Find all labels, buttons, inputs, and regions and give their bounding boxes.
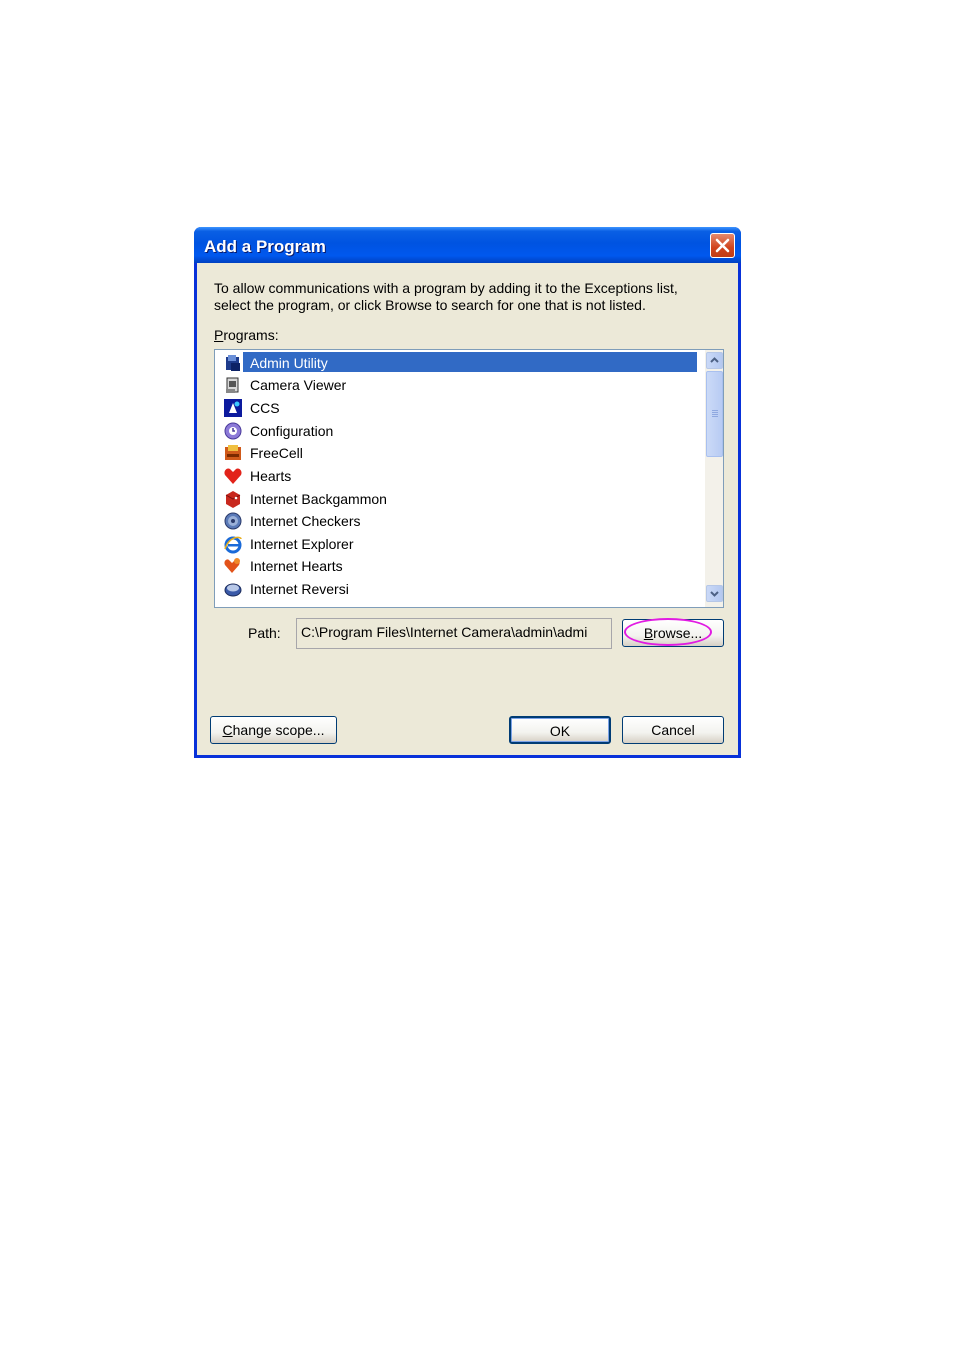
list-item[interactable]: Internet Backgammon bbox=[223, 488, 697, 509]
list-item-label: Internet Explorer bbox=[250, 535, 354, 552]
list-item[interactable]: Internet Reversi bbox=[223, 578, 697, 599]
list-item[interactable]: Internet Checkers bbox=[223, 510, 697, 531]
list-item-label: Internet Checkers bbox=[250, 512, 361, 529]
list-item[interactable]: Internet Hearts bbox=[223, 555, 697, 576]
list-item-label: Configuration bbox=[250, 422, 334, 439]
admin-utility-icon bbox=[226, 354, 240, 371]
programs-listbox[interactable]: Admin Utility Camera Viewer CCS Configur… bbox=[214, 349, 724, 608]
list-item[interactable]: Admin Utility bbox=[223, 352, 697, 373]
internet-checkers-icon bbox=[224, 512, 242, 529]
scroll-up-button[interactable] bbox=[706, 352, 723, 369]
list-item[interactable]: Configuration bbox=[223, 420, 697, 441]
camera-viewer-icon bbox=[226, 377, 239, 393]
close-icon bbox=[715, 238, 730, 253]
scroll-thumb[interactable] bbox=[706, 371, 723, 457]
freecell-icon bbox=[225, 444, 241, 460]
hearts-icon bbox=[224, 467, 242, 484]
list-item-label: CCS bbox=[250, 399, 280, 416]
programs-scrollbar[interactable] bbox=[705, 350, 723, 607]
list-item-label: Internet Reversi bbox=[250, 580, 349, 597]
list-item-label: Internet Hearts bbox=[250, 557, 343, 574]
list-item[interactable]: Camera Viewer bbox=[223, 374, 697, 395]
grip-line bbox=[712, 412, 718, 413]
browse-button[interactable]: Browse... bbox=[622, 619, 724, 647]
grip-line bbox=[712, 416, 718, 417]
path-field: C:\Program Files\Internet Camera\admin\a… bbox=[296, 618, 612, 649]
programs-label: Programs: bbox=[214, 327, 279, 343]
path-label: Path: bbox=[248, 625, 281, 641]
list-item-label: Admin Utility bbox=[250, 354, 328, 371]
scroll-down-button[interactable] bbox=[706, 585, 723, 602]
internet-backgammon-icon bbox=[225, 490, 241, 508]
list-item[interactable]: CCS bbox=[223, 397, 697, 418]
list-item[interactable]: Hearts bbox=[223, 465, 697, 486]
chevron-up-icon bbox=[710, 357, 719, 363]
cancel-button[interactable]: Cancel bbox=[622, 716, 724, 744]
list-item-label: Camera Viewer bbox=[250, 376, 347, 393]
change-scope-button[interactable]: Change scope... bbox=[210, 716, 337, 744]
list-item-label: Internet Backgammon bbox=[250, 490, 387, 507]
internet-hearts-icon bbox=[224, 557, 240, 573]
list-item[interactable]: FreeCell bbox=[223, 442, 697, 463]
grip-line bbox=[712, 414, 718, 415]
ok-button[interactable]: OK bbox=[509, 716, 611, 744]
list-item-label: FreeCell bbox=[250, 444, 303, 461]
dialog-description: To allow communications with a program b… bbox=[214, 280, 678, 313]
grip-line bbox=[712, 410, 718, 411]
chevron-down-icon bbox=[710, 591, 719, 597]
configuration-icon bbox=[224, 422, 242, 439]
close-button[interactable] bbox=[710, 233, 735, 258]
title-bar[interactable]: Add a Program bbox=[194, 227, 741, 263]
list-item-label: Hearts bbox=[250, 467, 292, 484]
ccs-icon bbox=[224, 398, 242, 417]
list-item[interactable]: Internet Explorer bbox=[223, 533, 697, 554]
internet-reversi-icon bbox=[224, 583, 242, 596]
internet-explorer-icon bbox=[224, 536, 242, 553]
dialog-title: Add a Program bbox=[204, 237, 326, 256]
add-program-dialog: Add a Program To allow communications wi… bbox=[194, 227, 741, 758]
